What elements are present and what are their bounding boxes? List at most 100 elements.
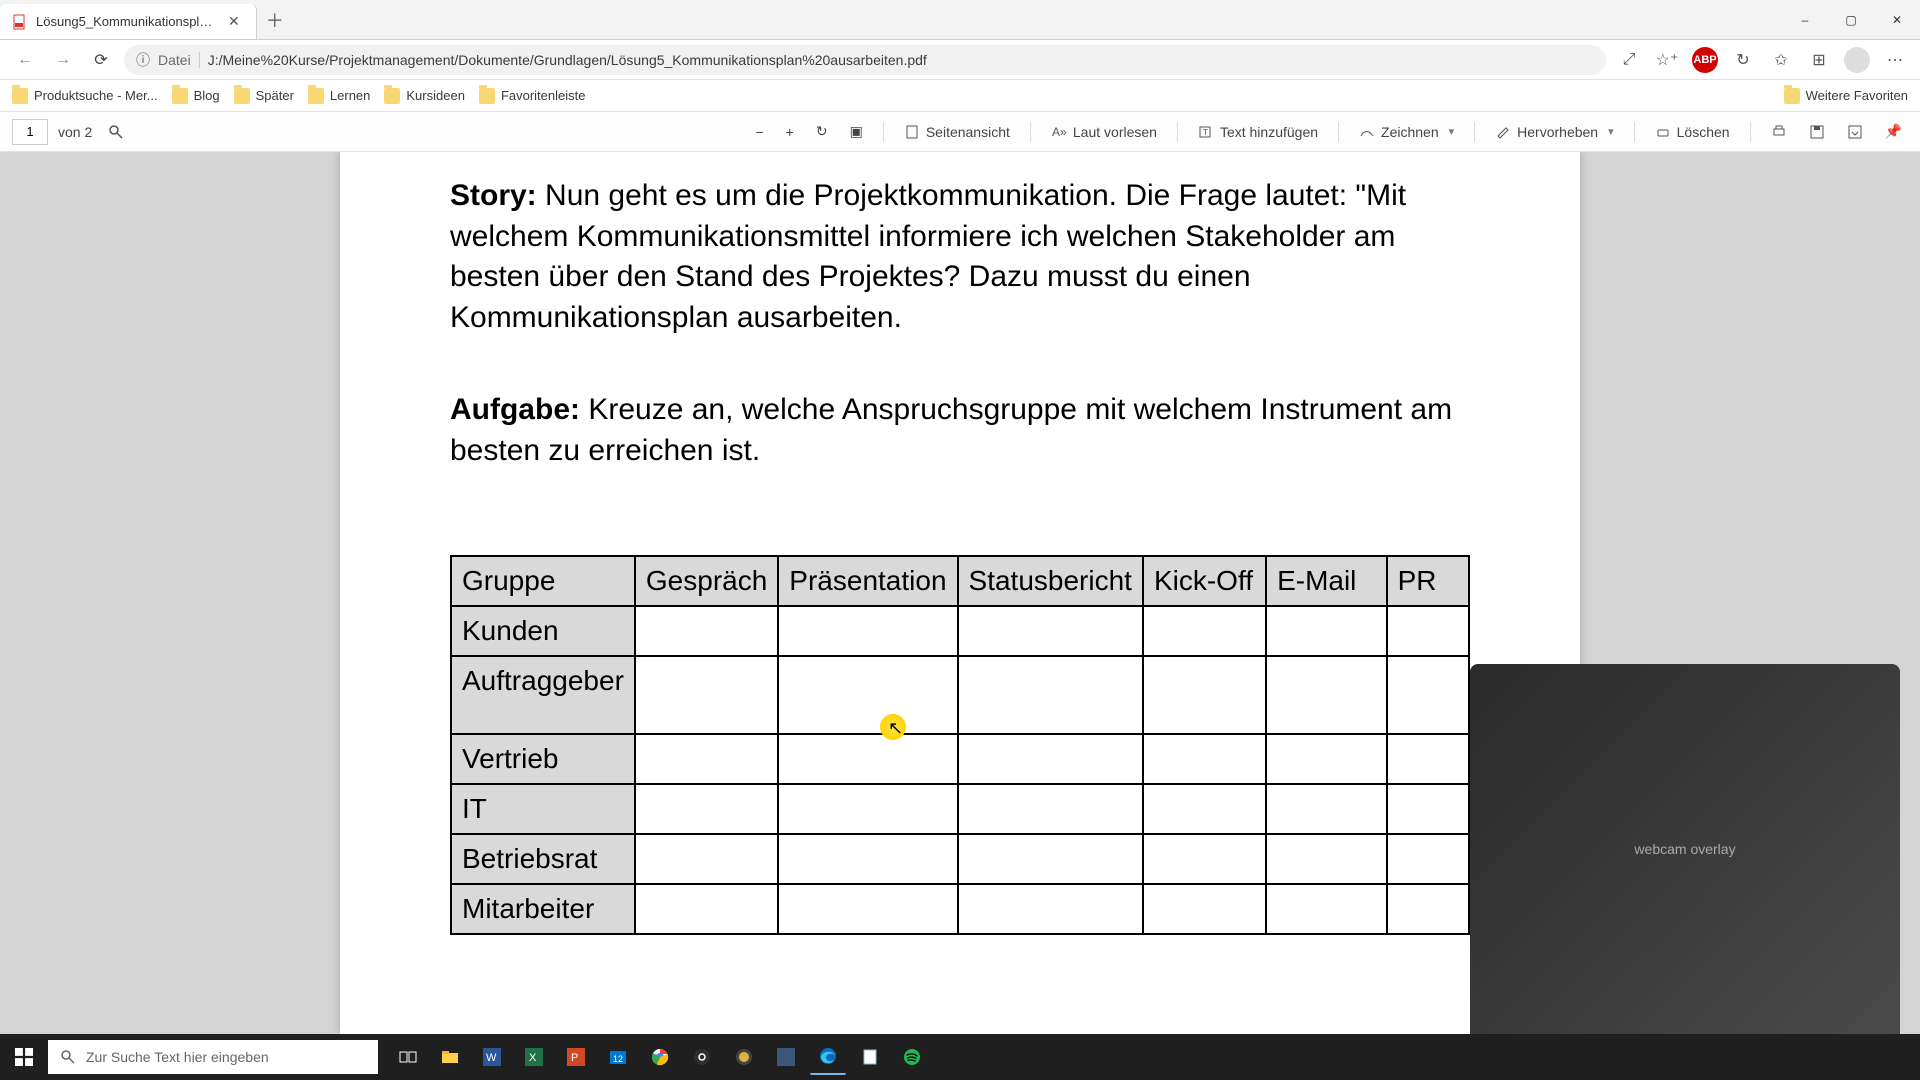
ppt-icon: P <box>567 1048 585 1066</box>
saveas-icon <box>1847 124 1863 140</box>
pdf-fit-page-button[interactable]: ▣ <box>844 119 869 144</box>
file-explorer-app[interactable] <box>432 1039 468 1075</box>
back-button[interactable]: ← <box>10 45 40 75</box>
read-aloud-icon: A» <box>1051 124 1067 140</box>
pdf-save-button[interactable] <box>1803 120 1831 144</box>
browser-tab[interactable]: Lösung5_Kommunikationsplan a ✕ <box>0 4 257 39</box>
svg-text:12: 12 <box>613 1054 623 1064</box>
pdf-erase-button[interactable]: Löschen <box>1649 120 1736 144</box>
story-text: Nun geht es um die Projektkommunikation.… <box>450 179 1406 334</box>
webcam-overlay: webcam overlay <box>1470 664 1900 1034</box>
address-bar[interactable]: ⓘ Datei J:/Meine%20Kurse/Projektmanageme… <box>124 45 1606 75</box>
excel-app[interactable]: X <box>516 1039 552 1075</box>
davinci-app[interactable] <box>768 1039 804 1075</box>
favorites-icon[interactable]: ✩ <box>1766 45 1796 75</box>
edge-app[interactable] <box>810 1039 846 1075</box>
notepad-app[interactable] <box>852 1039 888 1075</box>
bookmark-folder[interactable]: Blog <box>172 88 220 104</box>
row-label: IT <box>451 784 635 834</box>
svg-text:W: W <box>486 1052 497 1064</box>
story-paragraph: Story: Nun geht es um die Projektkommuni… <box>450 176 1470 338</box>
table-row: Betriebsrat <box>451 834 1469 884</box>
pdf-toolbar: von 2 − + ↻ ▣ Seitenansicht A»Laut vorle… <box>0 112 1920 152</box>
bookmark-folder[interactable]: Später <box>234 88 294 104</box>
collections-icon[interactable]: ⊞ <box>1804 45 1834 75</box>
row-label: Betriebsrat <box>451 834 635 884</box>
refresh-button[interactable]: ⟳ <box>86 45 116 75</box>
pdf-highlight-button[interactable]: Hervorheben▾ <box>1489 120 1619 144</box>
row-label: Kunden <box>451 606 635 656</box>
abp-extension-icon[interactable]: ABP <box>1690 45 1720 75</box>
folder-icon <box>1784 88 1800 104</box>
sync-icon[interactable]: ↻ <box>1728 45 1758 75</box>
pdf-page-total: von 2 <box>58 124 92 140</box>
table-row: Mitarbeiter <box>451 884 1469 934</box>
reader-icon[interactable]: ☆⁺ <box>1652 45 1682 75</box>
maximize-button[interactable]: ▢ <box>1828 0 1874 39</box>
spotify-app[interactable] <box>894 1039 930 1075</box>
pdf-pin-toolbar-button[interactable]: 📌 <box>1879 119 1908 144</box>
obs-app[interactable] <box>684 1039 720 1075</box>
profile-avatar[interactable] <box>1842 45 1872 75</box>
folder-icon <box>479 88 495 104</box>
communication-plan-table: Gruppe Gespräch Präsentation Statusberic… <box>450 555 1470 935</box>
pdf-page: Story: Nun geht es um die Projektkommuni… <box>340 152 1580 1034</box>
table-row: IT <box>451 784 1469 834</box>
forward-button: → <box>48 45 78 75</box>
task-view-button[interactable] <box>390 1039 426 1075</box>
table-row: Kunden <box>451 606 1469 656</box>
bookmark-folder[interactable]: Produktsuche - Mer... <box>12 88 158 104</box>
browser-titlebar: Lösung5_Kommunikationsplan a ✕ ＋ – ▢ ✕ <box>0 0 1920 40</box>
zoom-icon[interactable]: ⤢ <box>1614 45 1644 75</box>
pdf-read-aloud-button[interactable]: A»Laut vorlesen <box>1045 120 1163 144</box>
svg-text:P: P <box>571 1052 578 1064</box>
row-label: Mitarbeiter <box>451 884 635 934</box>
chevron-down-icon: ▾ <box>1445 125 1455 138</box>
pdf-add-text-button[interactable]: TText hinzufügen <box>1192 120 1324 144</box>
taskbar-search[interactable]: Zur Suche Text hier eingeben <box>48 1040 378 1074</box>
pdf-viewport[interactable]: Story: Nun geht es um die Projektkommuni… <box>0 152 1920 1034</box>
word-app[interactable]: W <box>474 1039 510 1075</box>
print-icon <box>1771 124 1787 140</box>
pdf-saveas-button[interactable] <box>1841 120 1869 144</box>
bookmark-overflow[interactable]: Weitere Favoriten <box>1784 88 1908 104</box>
generic-app[interactable] <box>726 1039 762 1075</box>
pdf-zoom-in-button[interactable]: + <box>780 120 800 144</box>
obs-icon <box>693 1048 711 1066</box>
site-info-icon[interactable]: ⓘ <box>136 50 150 70</box>
url-path: J:/Meine%20Kurse/Projektmanagement/Dokum… <box>208 52 927 68</box>
pdf-page-input[interactable] <box>12 119 48 145</box>
pdf-draw-button[interactable]: Zeichnen▾ <box>1353 120 1460 144</box>
table-header: Präsentation <box>778 556 957 606</box>
pdf-rotate-button[interactable]: ↻ <box>810 119 834 144</box>
calendar-icon: 12 <box>609 1048 627 1066</box>
folder-icon <box>12 88 28 104</box>
url-protocol: Datei <box>158 52 200 68</box>
pdf-print-button[interactable] <box>1765 120 1793 144</box>
more-menu-icon[interactable]: ⋯ <box>1880 45 1910 75</box>
start-button[interactable] <box>0 1034 48 1080</box>
powerpoint-app[interactable]: P <box>558 1039 594 1075</box>
table-row: Auftraggeber <box>451 656 1469 734</box>
pdf-find-button[interactable] <box>102 120 130 144</box>
table-header: Kick-Off <box>1143 556 1266 606</box>
windows-taskbar: Zur Suche Text hier eingeben W X P 12 <box>0 1034 1920 1080</box>
window-controls: – ▢ ✕ <box>1782 0 1920 39</box>
bookmark-folder[interactable]: Favoritenleiste <box>479 88 586 104</box>
new-tab-button[interactable]: ＋ <box>257 0 293 39</box>
tab-title: Lösung5_Kommunikationsplan a <box>36 14 216 29</box>
add-text-icon: T <box>1198 124 1214 140</box>
minimize-button[interactable]: – <box>1782 0 1828 39</box>
chrome-app[interactable] <box>642 1039 678 1075</box>
pdf-zoom-out-button[interactable]: − <box>749 120 769 144</box>
row-label: Auftraggeber <box>451 656 635 734</box>
tab-close-button[interactable]: ✕ <box>224 13 244 30</box>
calendar-app[interactable]: 12 <box>600 1039 636 1075</box>
pdf-page-view-button[interactable]: Seitenansicht <box>898 120 1016 144</box>
notepad-icon <box>861 1048 879 1066</box>
bookmark-folder[interactable]: Kursideen <box>384 88 465 104</box>
search-icon <box>60 1049 76 1065</box>
bookmark-folder[interactable]: Lernen <box>308 88 370 104</box>
close-button[interactable]: ✕ <box>1874 0 1920 39</box>
folder-icon <box>172 88 188 104</box>
